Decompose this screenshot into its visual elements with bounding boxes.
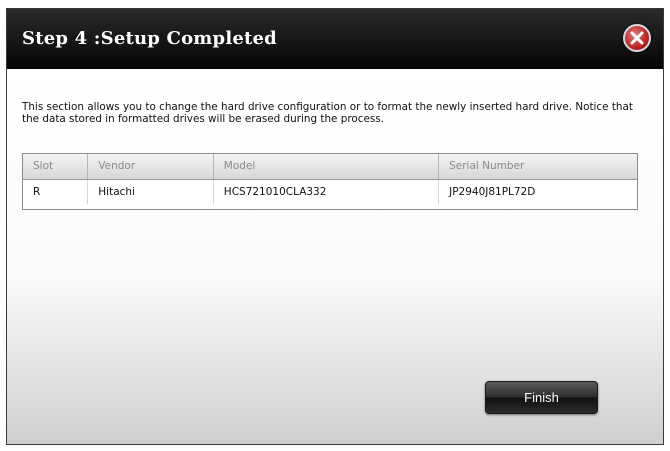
cell-slot: R <box>23 179 89 204</box>
table-header-row: Slot Vendor Model Serial Number <box>23 154 637 180</box>
setup-dialog: Step 4 :Setup Completed This section all… <box>6 8 664 445</box>
dialog-title: Step 4 :Setup Completed <box>22 28 277 49</box>
column-header-model[interactable]: Model <box>213 154 440 180</box>
cell-vendor: Hitachi <box>87 179 214 204</box>
cell-serial-number: JP2940J81PL72D <box>449 185 536 198</box>
close-button[interactable] <box>623 24 651 52</box>
column-header-serial-number[interactable]: Serial Number <box>438 154 637 180</box>
table-row[interactable]: R Hitachi HCS721010CLA332 JP2940J81PL72D <box>23 179 637 204</box>
finish-button[interactable]: Finish <box>485 381 598 414</box>
column-header-slot[interactable]: Slot <box>23 154 89 180</box>
dialog-body: This section allows you to change the ha… <box>7 69 663 444</box>
close-x-icon <box>630 31 644 45</box>
column-header-vendor[interactable]: Vendor <box>87 154 214 180</box>
description-text: This section allows you to change the ha… <box>22 101 633 125</box>
drive-table: Slot Vendor Model Serial Number R Hitach… <box>22 153 638 210</box>
dialog-titlebar: Step 4 :Setup Completed <box>7 9 663 69</box>
cell-model: HCS721010CLA332 <box>213 179 440 204</box>
